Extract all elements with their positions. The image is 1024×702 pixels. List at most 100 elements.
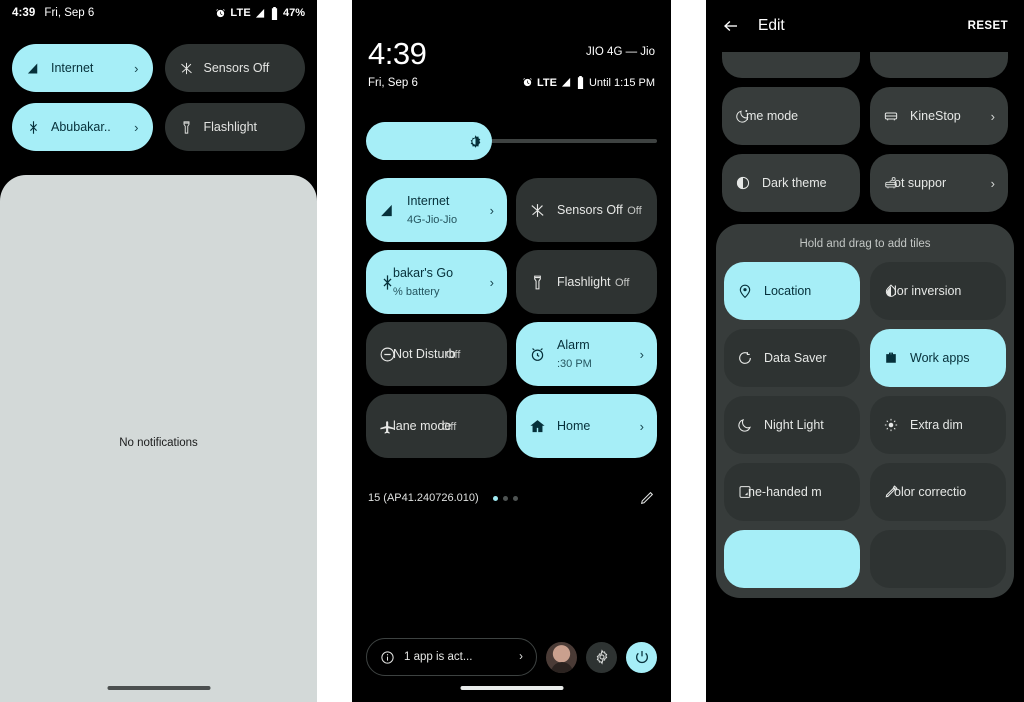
page-dot-2[interactable] bbox=[502, 495, 508, 501]
briefcase-icon bbox=[883, 350, 899, 366]
nav-bar-zone bbox=[706, 676, 1024, 702]
tile-alarm-sublabel: :30 PM bbox=[557, 358, 592, 370]
nav-gesture-pill[interactable] bbox=[107, 686, 210, 690]
tile-color-inversion-label: lor inversion bbox=[894, 284, 962, 298]
tile-color-correction-label: olor correctio bbox=[894, 485, 967, 499]
tile-row-partial-right[interactable] bbox=[870, 52, 1008, 78]
avatar[interactable] bbox=[546, 641, 577, 673]
tile-work-apps-label: Work apps bbox=[910, 351, 970, 365]
tile-internet-label: Internet bbox=[51, 61, 94, 75]
qs-clock[interactable]: 4:39 bbox=[368, 38, 427, 69]
alarm-icon bbox=[215, 8, 226, 19]
tile-add-partial-right[interactable] bbox=[870, 530, 1006, 588]
screenshot-stage: 4:39 Fri, Sep 6 LTE 47% Internet › Senso… bbox=[0, 0, 1024, 702]
tile-flashlight-sublabel: Off bbox=[614, 277, 630, 289]
tile-bluetooth[interactable]: Abubakar.. › bbox=[12, 103, 153, 151]
tile-sensors-off-sublabel: Off bbox=[627, 205, 642, 217]
gear-icon[interactable] bbox=[586, 641, 617, 673]
tile-home[interactable]: Home › bbox=[516, 394, 657, 458]
tile-data-saver[interactable]: Data Saver bbox=[724, 329, 860, 387]
tile-internet-label: Internet bbox=[407, 194, 450, 208]
chevron-right-icon[interactable]: › bbox=[134, 120, 138, 135]
chevron-right-icon[interactable]: › bbox=[640, 419, 644, 434]
tile-extra-dim[interactable]: Extra dim bbox=[870, 396, 1006, 454]
status-bar-battery-percent: 47% bbox=[282, 7, 305, 19]
no-notifications-text: No notifications bbox=[119, 437, 198, 449]
brightness-slider[interactable] bbox=[366, 122, 657, 160]
tile-add-partial-left[interactable] bbox=[724, 530, 860, 588]
tile-airplane-mode-sublabel: Off bbox=[441, 421, 457, 433]
tile-sensors-off[interactable]: Sensors Off bbox=[164, 44, 305, 92]
tile-flashlight[interactable]: Flashlight bbox=[164, 103, 305, 151]
status-bar-date: Fri, Sep 6 bbox=[44, 7, 95, 19]
pencil-icon[interactable] bbox=[639, 490, 655, 506]
chevron-right-icon[interactable]: › bbox=[134, 61, 138, 76]
tile-sensors-off[interactable]: Sensors Off Off bbox=[516, 178, 657, 242]
page-indicator-dots[interactable] bbox=[492, 495, 518, 501]
chevron-right-icon[interactable]: › bbox=[519, 651, 523, 663]
tile-flashlight[interactable]: Flashlight Off bbox=[516, 250, 657, 314]
battery-icon bbox=[576, 76, 585, 89]
tile-sensors-off-label: Sensors Off bbox=[203, 61, 270, 75]
notification-list-empty: No notifications bbox=[0, 175, 317, 702]
tile-bedtime-mode[interactable]: me mode bbox=[722, 87, 860, 145]
reset-button[interactable]: RESET bbox=[968, 20, 1008, 32]
brightness-low-icon bbox=[883, 417, 899, 433]
qs-battery-estimate: Until 1:15 PM bbox=[588, 76, 655, 89]
power-icon[interactable] bbox=[626, 641, 657, 673]
page-dot-1[interactable] bbox=[492, 495, 498, 501]
tile-night-light[interactable]: Night Light bbox=[724, 396, 860, 454]
edit-scroll-area[interactable]: me mode KineStop › Dark theme ot suppor … bbox=[706, 52, 1024, 702]
build-number-label: 15 (AP41.240726.010) bbox=[368, 492, 479, 504]
page-title: Edit bbox=[758, 17, 785, 34]
tile-color-correction[interactable]: olor correctio bbox=[870, 463, 1006, 521]
phone-panel-quick-settings: 4:39 JIO 4G — Jio Fri, Sep 6 LTE Until 1… bbox=[352, 0, 671, 702]
flashlight-icon bbox=[179, 120, 194, 135]
tile-not-supported-label: ot suppor bbox=[894, 176, 947, 190]
add-tiles-grid: Location lor inversion Data Saver Work a… bbox=[724, 262, 1006, 588]
tile-alarm-label: Alarm bbox=[557, 338, 590, 352]
qs-carrier-label: JIO 4G — Jio bbox=[585, 46, 655, 58]
tile-bedtime-mode-label: me mode bbox=[746, 109, 799, 123]
tile-alarm[interactable]: Alarm :30 PM › bbox=[516, 322, 657, 386]
tile-flashlight-label: Flashlight bbox=[203, 120, 258, 134]
qs-date: Fri, Sep 6 bbox=[368, 76, 418, 89]
qs-header: 4:39 JIO 4G — Jio Fri, Sep 6 LTE Until 1… bbox=[352, 0, 671, 89]
tile-night-light-label: Night Light bbox=[764, 418, 824, 432]
tile-work-apps[interactable]: Work apps bbox=[870, 329, 1006, 387]
chevron-right-icon[interactable]: › bbox=[991, 176, 995, 191]
tile-sensors-off-label: Sensors Off bbox=[557, 203, 623, 217]
alarm-clock-icon bbox=[529, 346, 546, 363]
battery-icon bbox=[270, 6, 279, 20]
tile-row-partial-left[interactable] bbox=[722, 52, 860, 78]
data-saver-icon bbox=[737, 350, 753, 366]
sensors-off-icon bbox=[179, 61, 194, 76]
chevron-right-icon[interactable]: › bbox=[490, 275, 494, 290]
tile-internet[interactable]: Internet 4G-Jio-Jio › bbox=[366, 178, 507, 242]
tile-not-supported[interactable]: ot suppor › bbox=[870, 154, 1008, 212]
chevron-right-icon[interactable]: › bbox=[490, 203, 494, 218]
tile-bluetooth[interactable]: bakar's Go % battery › bbox=[366, 250, 507, 314]
tile-data-saver-label: Data Saver bbox=[764, 351, 827, 365]
tile-extra-dim-label: Extra dim bbox=[910, 418, 963, 432]
tile-do-not-disturb[interactable]: Not Disturb Off bbox=[366, 322, 507, 386]
tile-kinestop[interactable]: KineStop › bbox=[870, 87, 1008, 145]
tile-one-handed-mode[interactable]: ne-handed m bbox=[724, 463, 860, 521]
qs-footer-row: 15 (AP41.240726.010) bbox=[352, 490, 671, 506]
status-bar-network-type: LTE bbox=[230, 7, 251, 19]
bluetooth-icon bbox=[26, 120, 41, 135]
tile-airplane-mode[interactable]: lane mode Off bbox=[366, 394, 507, 458]
tile-dark-theme[interactable]: Dark theme bbox=[722, 154, 860, 212]
tile-location[interactable]: Location bbox=[724, 262, 860, 320]
chevron-right-icon[interactable]: › bbox=[640, 347, 644, 362]
flashlight-icon bbox=[529, 274, 546, 291]
tile-flashlight-label: Flashlight bbox=[557, 275, 611, 289]
active-apps-chip[interactable]: 1 app is act... › bbox=[366, 638, 537, 676]
nav-gesture-pill[interactable] bbox=[460, 686, 563, 690]
signal-icon bbox=[255, 8, 266, 19]
chevron-right-icon[interactable]: › bbox=[991, 109, 995, 124]
page-dot-3[interactable] bbox=[512, 495, 518, 501]
tile-internet[interactable]: Internet › bbox=[12, 44, 153, 92]
tile-color-inversion[interactable]: lor inversion bbox=[870, 262, 1006, 320]
arrow-left-icon[interactable] bbox=[722, 17, 740, 35]
